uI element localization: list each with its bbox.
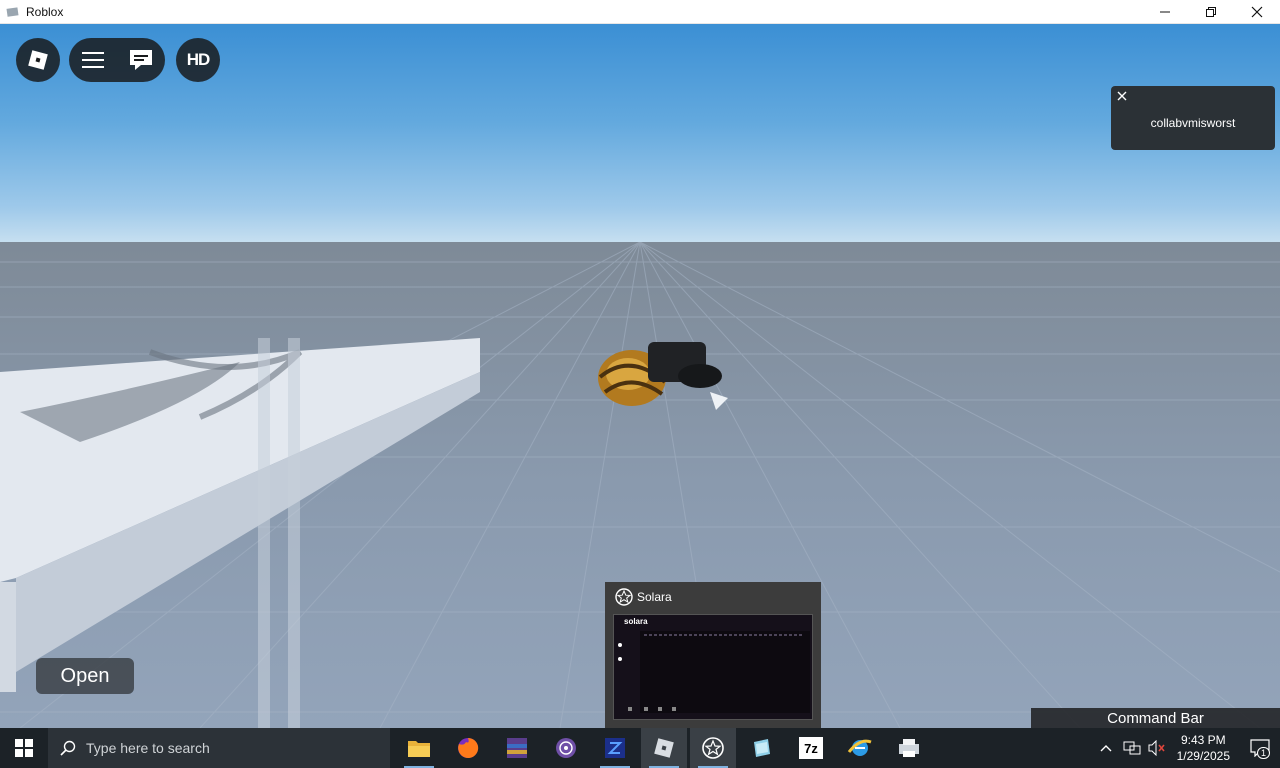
taskbar-printer[interactable]: [886, 728, 932, 768]
chevron-up-icon[interactable]: [1099, 743, 1113, 753]
taskbar-file-explorer[interactable]: [396, 728, 442, 768]
thumbnail-title: Solara: [637, 590, 672, 604]
taskbar-solara-blue[interactable]: [592, 728, 638, 768]
taskbar-winrar[interactable]: [494, 728, 540, 768]
search-placeholder: Type here to search: [86, 740, 210, 756]
hd-label: HD: [186, 50, 211, 69]
taskbar-solara[interactable]: [690, 728, 736, 768]
window-titlebar: Roblox: [0, 0, 1280, 24]
window-title: Roblox: [26, 4, 64, 19]
taskbar-firefox[interactable]: [445, 728, 491, 768]
command-bar[interactable]: Command Bar: [1031, 708, 1280, 728]
system-tray: 9:43 PM 1/29/2025 1: [1099, 728, 1280, 768]
taskbar-tor-browser[interactable]: [543, 728, 589, 768]
winrar-icon: [507, 738, 527, 758]
clock-time: 9:43 PM: [1180, 733, 1226, 747]
notification-count-badge: 1: [1256, 747, 1270, 759]
restore-button[interactable]: [1188, 0, 1234, 24]
action-center-button[interactable]: 1: [1240, 728, 1280, 768]
taskbar-search-box[interactable]: Type here to search: [48, 728, 390, 768]
restore-icon: [1206, 7, 1216, 17]
notification-text: collabvmisworst: [1150, 116, 1236, 130]
notification-toast: collabvmisworst: [1111, 86, 1275, 150]
hamburger-menu-icon[interactable]: [81, 51, 104, 69]
internet-explorer-icon: [847, 739, 872, 756]
printer-icon: [899, 739, 919, 757]
taskbar-clock[interactable]: 9:43 PM 1/29/2025: [1177, 732, 1230, 764]
close-icon: [1251, 6, 1263, 18]
solara-window-preview: solara: [613, 614, 813, 720]
network-icon[interactable]: [1123, 740, 1141, 756]
taskbar-roblox[interactable]: [641, 728, 687, 768]
minimize-button[interactable]: [1142, 0, 1188, 24]
app-icon: [754, 739, 770, 757]
roblox-menu-button[interactable]: [16, 38, 60, 82]
volume-muted-icon[interactable]: [1147, 740, 1167, 756]
firefox-icon: [458, 737, 479, 758]
solara-blue-icon: [605, 738, 625, 758]
search-icon: [60, 740, 76, 756]
tor-browser-icon: [556, 738, 576, 758]
roblox-icon: [654, 738, 674, 758]
solara-icon: [702, 737, 724, 759]
solara-icon: [615, 588, 633, 606]
taskbar-7zip[interactable]: 7z: [788, 728, 834, 768]
menu-chat-group: [69, 38, 165, 82]
clock-date: 1/29/2025: [1176, 749, 1230, 763]
windows-taskbar: Type here to search: [0, 728, 1280, 768]
close-button[interactable]: [1234, 0, 1280, 24]
preview-content: [618, 631, 810, 713]
7zip-label: 7z: [804, 740, 818, 756]
taskbar-app[interactable]: [739, 728, 785, 768]
windows-logo-icon: [15, 739, 33, 757]
file-explorer-icon: [408, 741, 430, 757]
solara-thumbnail-preview[interactable]: Solara solara: [605, 582, 821, 728]
notification-close-icon[interactable]: [1116, 90, 1128, 102]
taskbar-internet-explorer[interactable]: [837, 728, 883, 768]
7zip-icon: 7z: [799, 737, 823, 759]
hd-admin-button[interactable]: HD: [176, 38, 220, 82]
minimize-icon: [1160, 11, 1170, 13]
chat-icon[interactable]: [129, 49, 153, 71]
start-button[interactable]: [0, 728, 48, 768]
roblox-app-icon: [6, 6, 19, 17]
open-button[interactable]: Open: [36, 658, 134, 694]
roblox-logo-icon: [28, 50, 48, 70]
